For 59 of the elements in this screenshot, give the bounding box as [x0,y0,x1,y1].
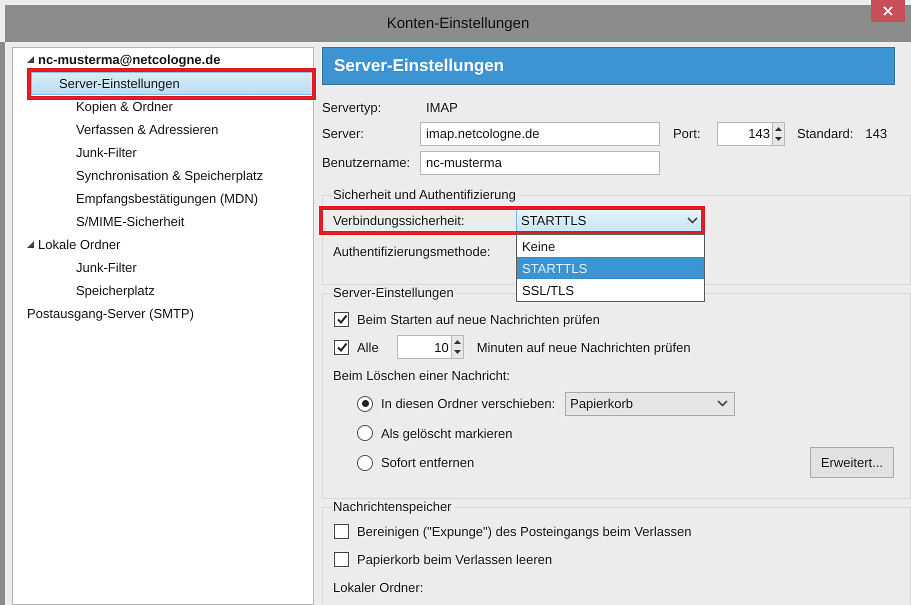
field-label: Standard: [797,126,854,141]
server-field[interactable]: imap.netcologne.de [420,122,660,146]
checkbox[interactable] [334,524,349,538]
minutes-field[interactable]: 10 [396,335,464,359]
close-button[interactable] [871,0,905,22]
tree-item[interactable]: Empfangsbestätigungen (MDN) [31,187,313,210]
field-label: Servertyp: [322,100,382,114]
group-title: Nachrichtenspeicher [333,499,455,517]
expand-icon[interactable] [27,241,34,248]
radio-button[interactable] [357,425,373,442]
window-title: Konten-Einstellungen [386,15,530,32]
panel-title: Server-Einstellungen [334,56,504,76]
spin-buttons[interactable] [450,336,463,358]
field-label: Lokaler Ordner: [333,580,424,594]
advanced-button[interactable]: Erweitert... [810,447,894,478]
field-label: Server: [322,126,365,141]
port-field[interactable]: 143 [717,122,785,146]
checkbox[interactable] [334,552,349,566]
field-label: Beim Löschen einer Nachricht: [333,368,510,382]
server-type-value: IMAP [426,100,458,114]
radio-button[interactable] [357,454,373,471]
tree-item[interactable]: Lokale Ordner [13,233,313,256]
field-label: Verbindungssicherheit: [333,213,466,228]
tree-item[interactable]: Junk-Filter [31,256,313,279]
checkbox-label: Beim Starten auf neue Nachrichten prüfen [357,312,600,326]
radio-button[interactable] [357,396,373,412]
tree-item[interactable]: Synchronisation & Speicherplatz [31,164,313,187]
chevron-icon [717,400,728,408]
tree-item[interactable]: Kopien & Ordner [31,95,313,118]
checkbox[interactable] [334,312,349,326]
checkbox-label: Alle [357,340,379,354]
field-label: Benutzername: [322,155,412,170]
radio-label: In diesen Ordner verschieben: [381,396,556,412]
default-port-value: 143 [865,126,888,141]
expand-icon[interactable] [27,56,34,62]
group-title: Server-Einstellungen [333,285,457,303]
radio-label: Sofort entfernen [381,455,474,470]
spin-buttons[interactable] [772,122,784,144]
tree-item[interactable]: Server-Einstellungen [31,72,313,95]
checkbox[interactable] [334,340,349,354]
tree-item[interactable]: Postausgang-Server (SMTP) [13,302,313,325]
checkbox-label: Bereinigen ("Expunge") des Posteingangs beim Verlassen [357,524,692,538]
group-title: Sicherheit und Authentifizierung [333,187,519,205]
tree-item[interactable]: Junk-Filter [31,141,313,164]
dropdown-option[interactable]: SSL/TLS [517,279,704,301]
field-label: Authentifizierungsmethode: [333,244,492,259]
dropdown-option[interactable]: Keine [517,235,704,257]
tree-item[interactable]: Verfassen & Adressieren [31,118,313,141]
close-icon [883,6,893,16]
tree-item[interactable]: Speicherplatz [31,279,313,302]
folder-dropdown[interactable]: Papierkorb [565,392,736,416]
chevron-icon [687,217,698,224]
radio-label: Als gelöscht markieren [381,426,512,441]
tree-item[interactable]: nc-musterma@netcologne.de [13,51,313,67]
field-label: Port: [673,126,702,141]
checkbox-label: Papierkorb beim Verlassen leeren [357,552,552,566]
field-label: Minuten auf neue Nachrichten prüfen [476,340,691,354]
tree-item[interactable]: S/MIME-Sicherheit [31,210,313,233]
username-field[interactable]: nc-musterma [420,150,660,174]
